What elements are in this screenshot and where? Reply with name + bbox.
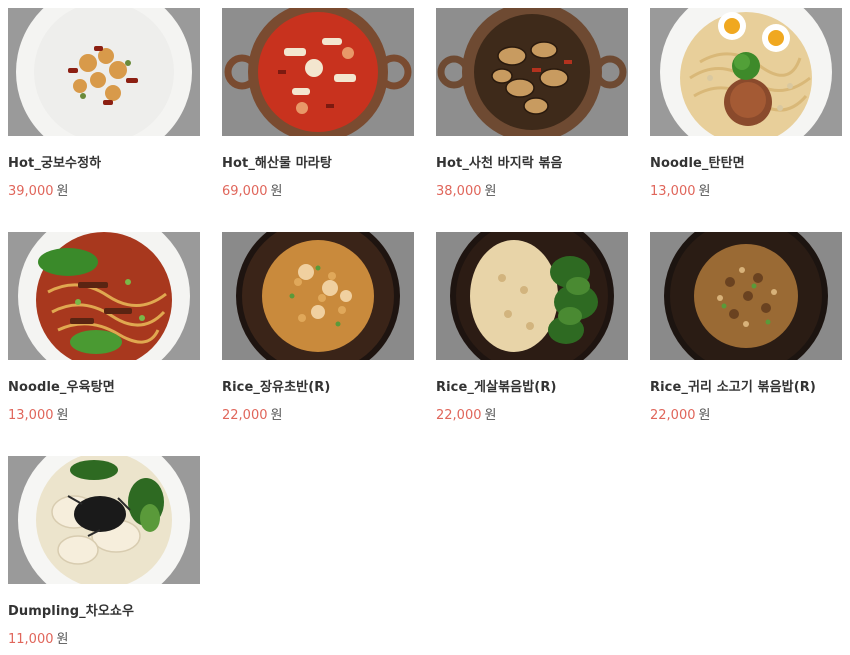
menu-item-price: 11,000 원	[8, 628, 200, 647]
menu-item-name[interactable]: Rice_게살볶음밥(R)	[436, 376, 628, 395]
menu-item[interactable]: Hot_궁보수정하 39,000 원	[8, 8, 200, 199]
price-value: 22,000	[222, 408, 268, 423]
price-value: 69,000	[222, 184, 268, 199]
menu-item-price: 39,000 원	[8, 180, 200, 199]
currency-label: 원	[698, 184, 711, 199]
kung-pao-shrimp-photo[interactable]	[8, 8, 200, 136]
menu-item-price: 22,000 원	[436, 404, 628, 423]
menu-item[interactable]: Hot_해산물 마라탕 69,000 원	[222, 8, 414, 199]
menu-item-price: 22,000 원	[222, 404, 414, 423]
menu-item-price: 22,000 원	[650, 404, 842, 423]
price-value: 22,000	[436, 408, 482, 423]
menu-item[interactable]: Rice_게살볶음밥(R) 22,000 원	[436, 232, 628, 423]
price-value: 13,000	[8, 408, 54, 423]
seafood-malatang-photo[interactable]	[222, 8, 414, 136]
menu-item-name[interactable]: Dumpling_차오쇼우	[8, 600, 200, 619]
menu-item[interactable]: Rice_장유초반(R) 22,000 원	[222, 232, 414, 423]
menu-item[interactable]: Dumpling_차오쇼우 11,000 원	[8, 456, 200, 647]
menu-item-name[interactable]: Hot_해산물 마라탕	[222, 152, 414, 171]
menu-item-price: 69,000 원	[222, 180, 414, 199]
currency-label: 원	[270, 184, 283, 199]
menu-item[interactable]: Rice_귀리 소고기 볶음밥(R) 22,000 원	[650, 232, 842, 423]
menu-item-name[interactable]: Hot_궁보수정하	[8, 152, 200, 171]
currency-label: 원	[698, 408, 711, 423]
currency-label: 원	[484, 184, 497, 199]
price-value: 22,000	[650, 408, 696, 423]
currency-label: 원	[56, 408, 69, 423]
menu-item-name[interactable]: Rice_장유초반(R)	[222, 376, 414, 395]
crab-fried-rice-photo[interactable]	[436, 232, 628, 360]
menu-item[interactable]: Noodle_탄탄면 13,000 원	[650, 8, 842, 199]
oat-beef-fried-rice-photo[interactable]	[650, 232, 842, 360]
price-value: 38,000	[436, 184, 482, 199]
soy-fried-rice-photo[interactable]	[222, 232, 414, 360]
beef-noodle-soup-photo[interactable]	[8, 232, 200, 360]
chaoshou-dumpling-photo[interactable]	[8, 456, 200, 584]
menu-item-price: 38,000 원	[436, 180, 628, 199]
menu-item-name[interactable]: Rice_귀리 소고기 볶음밥(R)	[650, 376, 842, 395]
dandan-noodle-photo[interactable]	[650, 8, 842, 136]
menu-item[interactable]: Hot_사천 바지락 볶음 38,000 원	[436, 8, 628, 199]
price-value: 39,000	[8, 184, 54, 199]
menu-item-name[interactable]: Hot_사천 바지락 볶음	[436, 152, 628, 171]
currency-label: 원	[56, 184, 69, 199]
currency-label: 원	[270, 408, 283, 423]
menu-item-price: 13,000 원	[8, 404, 200, 423]
currency-label: 원	[56, 632, 69, 647]
menu-item-name[interactable]: Noodle_탄탄면	[650, 152, 842, 171]
menu-item-price: 13,000 원	[650, 180, 842, 199]
menu-item[interactable]: Noodle_우육탕면 13,000 원	[8, 232, 200, 423]
price-value: 11,000	[8, 632, 54, 647]
currency-label: 원	[484, 408, 497, 423]
menu-item-name[interactable]: Noodle_우육탕면	[8, 376, 200, 395]
price-value: 13,000	[650, 184, 696, 199]
sichuan-clam-stirfry-photo[interactable]	[436, 8, 628, 136]
